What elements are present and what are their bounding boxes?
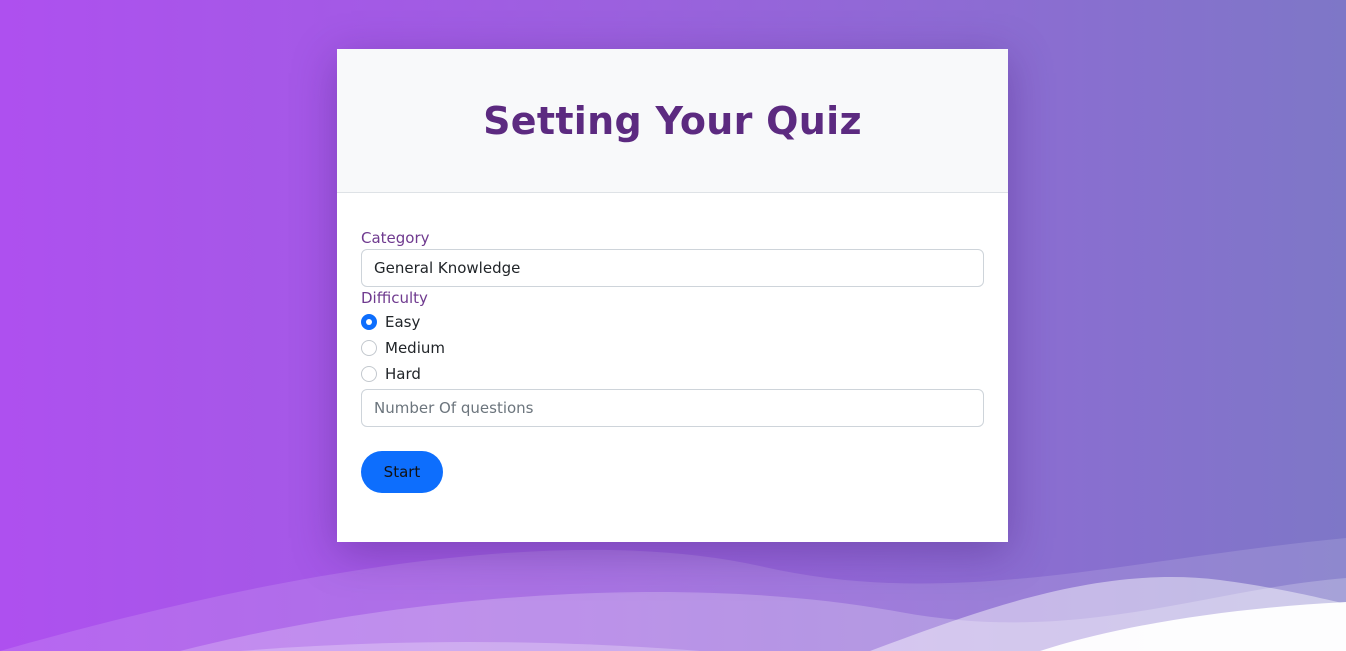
page-title: Setting Your Quiz [483,98,862,143]
card-header: Setting Your Quiz [337,49,1008,193]
radio-hard-label: Hard [385,365,421,383]
category-label: Category [361,229,430,247]
radio-easy[interactable] [361,314,377,330]
difficulty-option-medium[interactable]: Medium [361,335,984,361]
number-of-questions-input[interactable] [361,389,984,427]
category-select[interactable]: General Knowledge [361,249,984,287]
quiz-settings-card: Setting Your Quiz Category General Knowl… [337,49,1008,542]
page-background: Setting Your Quiz Category General Knowl… [0,0,1346,651]
difficulty-option-hard[interactable]: Hard [361,361,984,387]
radio-hard[interactable] [361,366,377,382]
radio-medium-label: Medium [385,339,445,357]
card-body: Category General Knowledge Difficulty Ea… [337,193,1008,493]
difficulty-label: Difficulty [361,289,428,307]
start-button[interactable]: Start [361,451,443,493]
category-select-value: General Knowledge [374,259,521,277]
radio-easy-label: Easy [385,313,421,331]
difficulty-option-easy[interactable]: Easy [361,309,984,335]
radio-medium[interactable] [361,340,377,356]
